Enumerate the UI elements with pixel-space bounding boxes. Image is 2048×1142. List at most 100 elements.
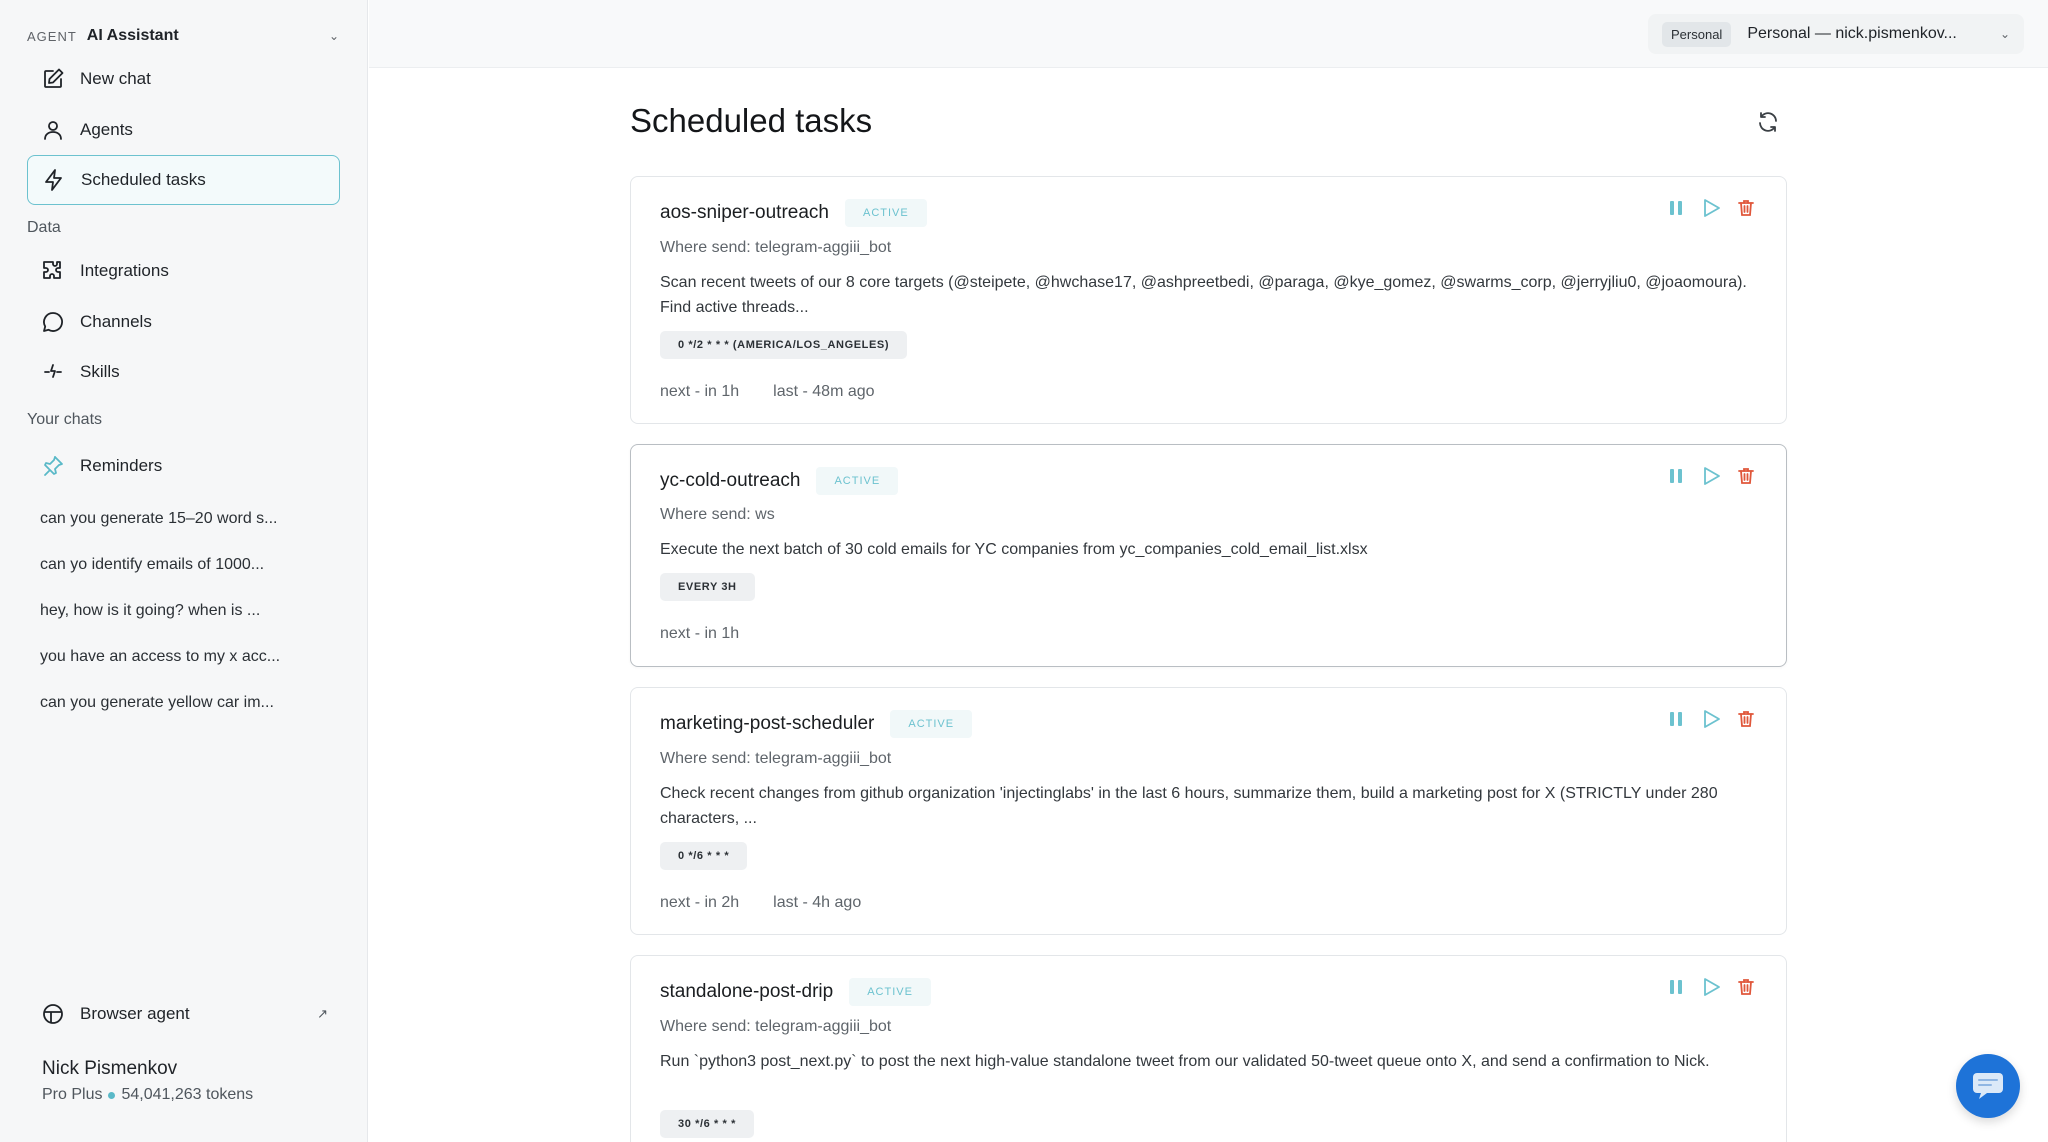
edit-icon [44, 68, 64, 88]
agent-tag: AGENT [27, 28, 77, 44]
task-card[interactable]: yc-cold-outreach ACTIVE Where send: ws E… [630, 444, 1787, 667]
task-actions [1652, 465, 1757, 487]
sidebar-item-label: New chat [80, 69, 151, 88]
task-name: marketing-post-scheduler [660, 713, 875, 734]
task-header: yc-cold-outreach ACTIVE [660, 467, 899, 495]
chat-item[interactable]: you have an access to my x acc... [40, 648, 280, 666]
task-times: next - in 1h last - 48m ago [660, 383, 875, 401]
task-times: next - in 1h [660, 625, 739, 643]
pause-icon[interactable] [1665, 708, 1687, 730]
pause-icon[interactable] [1665, 976, 1687, 998]
task-name: aos-sniper-outreach [660, 202, 829, 223]
user-name: Nick Pismenkov [42, 1058, 178, 1079]
schedule-badge: 0 */6 * * * [660, 842, 748, 870]
user-plan: Pro Plus [42, 1086, 103, 1103]
task-description: Run `python3 post_next.py` to post the n… [660, 1053, 1710, 1070]
task-times: next - in 2h last - 4h ago [660, 894, 861, 912]
task-name: standalone-post-drip [660, 981, 834, 1002]
trash-icon[interactable] [1735, 465, 1757, 487]
trash-icon[interactable] [1735, 197, 1757, 219]
pause-icon[interactable] [1665, 197, 1687, 219]
task-destination: Where send: telegram-aggiii_bot [660, 239, 892, 256]
schedule-badge: EVERY 3H [660, 573, 755, 601]
sidebar-item-new-chat[interactable]: New chat [27, 54, 340, 104]
trash-icon[interactable] [1735, 976, 1757, 998]
account-switcher[interactable]: Personal Personal — nick.pismenkov... ⌄ [1648, 14, 2024, 54]
user-tokens: 54,041,263 tokens [121, 1086, 254, 1103]
sidebar: AGENT AI Assistant ⌄ New chat Agents Sch… [0, 0, 368, 1142]
agent-name: AI Assistant [86, 27, 179, 44]
sidebar-item-integrations[interactable]: Integrations [27, 246, 340, 296]
page-title: Scheduled tasks [630, 102, 873, 139]
status-badge: ACTIVE [844, 199, 927, 227]
task-actions [1652, 708, 1757, 730]
user-icon [44, 121, 62, 140]
sidebar-item-skills[interactable]: Skills [27, 347, 340, 397]
browser-icon [43, 1004, 63, 1024]
task-header: standalone-post-drip ACTIVE [660, 978, 931, 1006]
sidebar-item-label: Skills [80, 362, 120, 381]
browser-agent-label: Browser agent [80, 1004, 190, 1023]
pin-icon [44, 456, 63, 476]
task-name: yc-cold-outreach [660, 470, 801, 491]
agent-selector[interactable]: AGENT AI Assistant ⌄ [27, 26, 339, 46]
section-label-data: Data [27, 219, 61, 236]
pause-icon[interactable] [1665, 465, 1687, 487]
sidebar-item-label: Channels [80, 312, 152, 331]
sidebar-item-agents[interactable]: Agents [27, 105, 340, 155]
play-icon[interactable] [1700, 197, 1722, 219]
sidebar-item-label: Agents [80, 120, 133, 139]
browser-agent-link[interactable]: Browser agent ↗ [27, 989, 340, 1039]
account-label: Personal — nick.pismenkov... [1747, 25, 1957, 42]
lightning-icon [45, 169, 62, 191]
next-run: next - in 2h [660, 894, 740, 911]
task-header: marketing-post-scheduler ACTIVE [660, 710, 973, 738]
external-link-icon: ↗ [317, 1006, 328, 1021]
chevron-down-icon: ⌄ [1999, 27, 2010, 41]
schedule-badge: 30 */6 * * * [660, 1110, 754, 1138]
task-destination: Where send: telegram-aggiii_bot [660, 1018, 892, 1035]
message-icon [1973, 1073, 2003, 1099]
plan-dot [108, 1091, 116, 1099]
task-description: Scan recent tweets of our 8 core targets… [660, 274, 1747, 316]
sidebar-item-label: Integrations [80, 261, 169, 280]
status-badge: ACTIVE [849, 978, 931, 1006]
status-badge: ACTIVE [816, 467, 899, 495]
sidebar-item-scheduled-tasks[interactable]: Scheduled tasks [27, 155, 340, 205]
refresh-icon[interactable] [1756, 110, 1780, 134]
task-card[interactable]: standalone-post-drip ACTIVE Where send: … [630, 955, 1787, 1142]
play-icon[interactable] [1700, 976, 1722, 998]
task-actions [1652, 976, 1757, 998]
task-actions [1652, 197, 1757, 219]
section-label-your-chats: Your chats [27, 411, 103, 428]
sidebar-item-label: Reminders [80, 456, 163, 475]
play-icon[interactable] [1700, 465, 1722, 487]
task-destination: Where send: telegram-aggiii_bot [660, 750, 892, 767]
trash-icon[interactable] [1735, 708, 1757, 730]
sidebar-item-label: Scheduled tasks [81, 170, 206, 189]
last-run: last - 4h ago [773, 894, 862, 911]
task-description: Execute the next batch of 30 cold emails… [660, 541, 1368, 558]
sidebar-item-reminders[interactable]: Reminders [27, 441, 340, 491]
sidebar-item-channels[interactable]: Channels [27, 297, 340, 347]
schedule-badge: 0 */2 * * * (AMERICA/LOS_ANGELES) [660, 331, 908, 359]
next-run: next - in 1h [660, 625, 740, 642]
chat-item[interactable]: can you generate 15–20 word s... [40, 510, 278, 528]
chevron-down-icon: ⌄ [328, 29, 339, 43]
status-badge: ACTIVE [890, 710, 973, 738]
task-header: aos-sniper-outreach ACTIVE [660, 199, 927, 227]
task-card[interactable]: aos-sniper-outreach ACTIVE Where send: t… [630, 176, 1787, 424]
last-run: last - 48m ago [773, 383, 875, 400]
task-description: Check recent changes from github organiz… [660, 785, 1718, 827]
user-plan-row: Pro Plus 54,041,263 tokens [42, 1086, 253, 1104]
play-icon[interactable] [1700, 708, 1722, 730]
puzzle-icon [43, 261, 61, 279]
chat-item[interactable]: can yo identify emails of 1000... [40, 556, 264, 574]
chat-bubble-icon [43, 312, 63, 332]
chat-item[interactable]: hey, how is it going? when is ... [40, 602, 260, 620]
task-card[interactable]: marketing-post-scheduler ACTIVE Where se… [630, 687, 1787, 935]
chat-item[interactable]: can you generate yellow car im... [40, 694, 274, 712]
next-run: next - in 1h [660, 383, 740, 400]
support-chat-button[interactable] [1956, 1054, 2020, 1118]
workspace-pill: Personal [1662, 21, 1732, 47]
